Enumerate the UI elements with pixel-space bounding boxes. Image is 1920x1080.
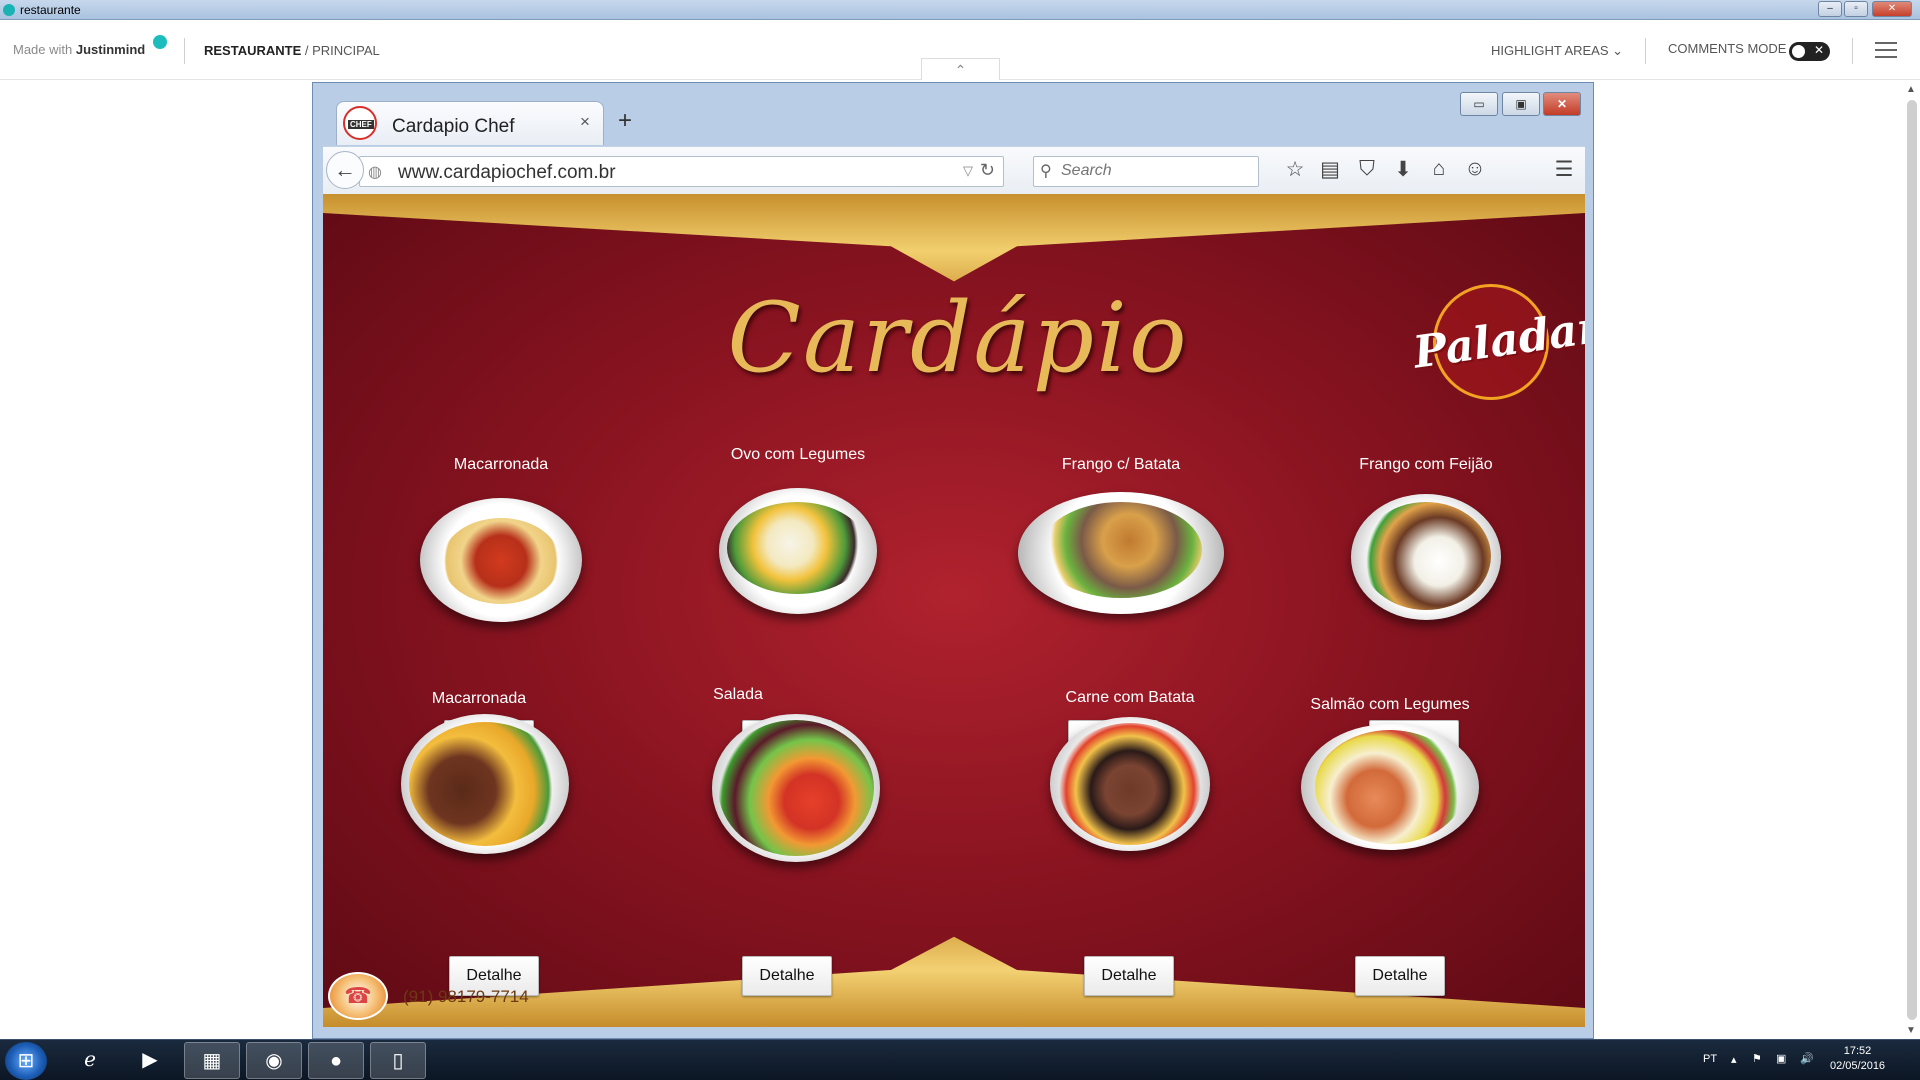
dish-name: Salada: [713, 686, 763, 703]
search-icon: ⚲: [1040, 163, 1052, 180]
chef-favicon: [343, 106, 377, 140]
os-minimize-button[interactable]: –: [1818, 1, 1842, 17]
breadcrumb: RESTAURANTE / PRINCIPAL: [204, 43, 380, 58]
phone-number: (91) 98179-7714: [403, 987, 529, 1006]
dish-name: Frango com Feijão: [1359, 456, 1493, 473]
windows-start-icon[interactable]: ⊞: [5, 1042, 47, 1080]
comments-mode-label: COMMENTS MODE: [1668, 41, 1787, 56]
justinmind-dot-icon: [153, 35, 167, 49]
dish-name: Ovo com Legumes: [730, 446, 866, 463]
highlight-areas-dropdown[interactable]: HIGHLIGHT AREAS ⌄: [1491, 43, 1623, 59]
hamburger-menu-icon[interactable]: [1875, 42, 1897, 58]
globe-icon: ◍: [368, 164, 382, 181]
divider: [1852, 38, 1853, 64]
os-close-button[interactable]: ✕: [1872, 1, 1912, 17]
network-icon[interactable]: ▣: [1776, 1052, 1786, 1065]
address-bar[interactable]: ◍ www.cardapiochef.com.br ▽ ↻: [359, 156, 1004, 187]
dish-card: Frango c/ Batata: [1011, 456, 1231, 614]
search-box[interactable]: ⚲: [1033, 156, 1259, 187]
file-explorer-icon[interactable]: ▦: [184, 1042, 240, 1079]
browser-navbar: ◍ www.cardapiochef.com.br ▽ ↻ ← ⚲ ☆ ▤ ⛉ …: [323, 146, 1585, 194]
detalhe-button[interactable]: Detalhe: [742, 956, 832, 996]
divider: [184, 38, 185, 64]
download-icon[interactable]: ⬇: [1389, 157, 1417, 182]
scroll-down-arrow[interactable]: ▼: [1906, 1025, 1916, 1036]
clock-time: 17:52: [1843, 1045, 1872, 1057]
dish-name: Macarronada: [431, 690, 527, 707]
back-arrow-icon: ←: [334, 157, 356, 182]
dish-image[interactable]: [712, 714, 880, 862]
page-scrollbar[interactable]: ▲ ▼: [1903, 82, 1920, 1038]
browser-maximize-button[interactable]: ▣: [1502, 92, 1540, 116]
restaurante-icon: [3, 4, 15, 16]
back-button[interactable]: ←: [326, 151, 364, 189]
dish-image[interactable]: [1018, 492, 1224, 614]
detalhe-button[interactable]: Detalhe: [1084, 956, 1174, 996]
reload-icon[interactable]: ↻: [980, 160, 995, 181]
reading-list-icon[interactable]: ▤: [1316, 157, 1344, 182]
new-tab-button[interactable]: +: [618, 107, 632, 135]
browser-close-button[interactable]: ✕: [1543, 92, 1581, 116]
scroll-up-arrow[interactable]: ▲: [1906, 84, 1916, 95]
menu-icon[interactable]: ☰: [1550, 157, 1578, 182]
page-title: Cardápio: [727, 282, 1189, 394]
dish-card: Ovo com Legumes: [688, 446, 908, 614]
dish-image[interactable]: [1351, 494, 1501, 620]
dish-card: Salada: [628, 686, 880, 862]
browser-minimize-button[interactable]: ▭: [1460, 92, 1498, 116]
detalhe-button[interactable]: Detalhe: [1355, 956, 1445, 996]
dish-name: Macarronada: [453, 456, 549, 473]
windows-taskbar: ⊞ ℯ ▶ ▦ ◉ ● ▯ PT ▴ ⚑ ▣ 🔊 17:52 02/05/201…: [0, 1039, 1920, 1080]
volume-icon[interactable]: 🔊: [1800, 1052, 1814, 1065]
dish-name: Carne com Batata: [1065, 689, 1195, 706]
dish-name: Frango c/ Batata: [1061, 456, 1181, 473]
search-input[interactable]: [1061, 162, 1251, 180]
os-window-titlebar: restaurante – ▫ ✕: [0, 0, 1920, 20]
comments-mode-toggle[interactable]: ✕: [1789, 42, 1830, 61]
url-text: www.cardapiochef.com.br: [398, 162, 616, 183]
language-indicator[interactable]: PT: [1703, 1053, 1717, 1065]
url-dropdown-icon[interactable]: ▽: [963, 163, 973, 179]
chat-icon[interactable]: ☺: [1461, 157, 1489, 181]
gold-top-banner: [323, 194, 1585, 282]
dish-image[interactable]: [401, 714, 569, 854]
collapse-toolbar-button[interactable]: ⌃: [921, 58, 1000, 80]
close-tab-icon[interactable]: ×: [580, 112, 590, 132]
browser-window: Cardapio Chef × + ▭ ▣ ✕ ◍ www.cardapioch…: [312, 82, 1594, 1039]
dish-card: Salmão com Legumes: [1280, 696, 1500, 850]
dish-card: Frango com Feijão: [1316, 456, 1536, 620]
tray-expand-icon[interactable]: ▴: [1731, 1053, 1737, 1066]
made-with-label: Made with Justinmind: [13, 42, 146, 57]
dish-image[interactable]: [1050, 717, 1210, 851]
home-icon[interactable]: ⌂: [1425, 157, 1453, 181]
scrollbar-thumb[interactable]: [1907, 100, 1917, 1020]
os-maximize-button[interactable]: ▫: [1844, 1, 1868, 17]
clock-date: 02/05/2016: [1830, 1060, 1886, 1072]
media-player-icon[interactable]: ▶: [122, 1042, 178, 1079]
firefox-icon[interactable]: ◉: [246, 1042, 302, 1079]
os-window-title: restaurante: [20, 3, 81, 17]
browser-tab[interactable]: Cardapio Chef ×: [336, 101, 604, 145]
dish-image[interactable]: [719, 488, 877, 614]
ie-icon[interactable]: ℯ: [62, 1042, 118, 1079]
restaurant-menu-page: Cardápio Paladar Macarronada Detalhe Ovo…: [323, 194, 1585, 1027]
tab-title: Cardapio Chef: [392, 116, 515, 137]
phone-icon[interactable]: ☎: [328, 972, 388, 1020]
clock[interactable]: 17:52 02/05/2016: [1830, 1044, 1885, 1074]
pocket-icon[interactable]: ⛉: [1353, 157, 1381, 181]
paladar-logo: Paladar: [1410, 284, 1585, 404]
chevron-down-icon: ⌄: [1612, 43, 1624, 58]
dish-image[interactable]: [420, 498, 582, 622]
action-center-icon[interactable]: ⚑: [1752, 1052, 1762, 1065]
dish-card: Macarronada: [391, 456, 611, 622]
star-icon[interactable]: ☆: [1281, 157, 1309, 182]
justinmind-icon[interactable]: ●: [308, 1042, 364, 1079]
dish-image[interactable]: [1301, 724, 1479, 850]
dish-card: Macarronada: [369, 690, 589, 854]
divider: [1645, 38, 1646, 64]
dish-name: Salmão com Legumes: [1310, 696, 1470, 713]
document-icon[interactable]: ▯: [370, 1042, 426, 1079]
dish-card: Carne com Batata: [1020, 689, 1240, 851]
